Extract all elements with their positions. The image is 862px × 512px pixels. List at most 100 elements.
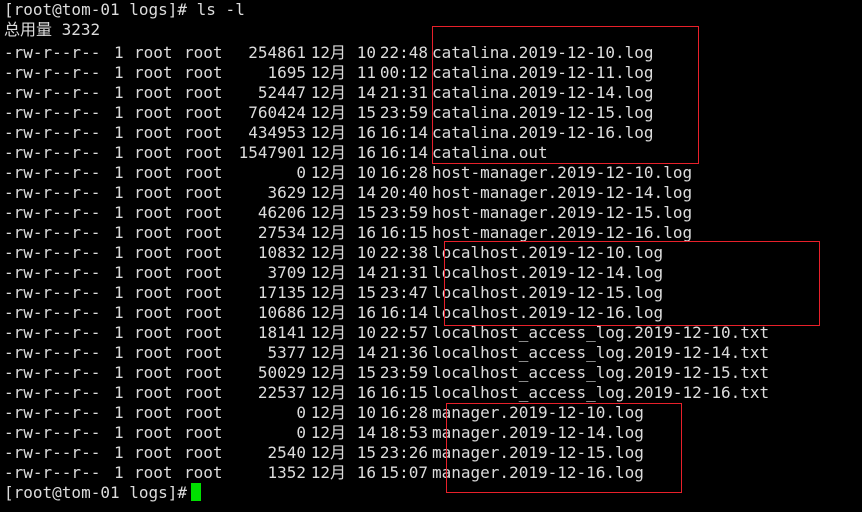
- group: root: [184, 163, 223, 182]
- permissions: -rw-r--r--: [4, 163, 101, 182]
- time: 23:59: [379, 363, 428, 382]
- link-count: 1: [114, 43, 124, 62]
- month: 12月: [310, 443, 346, 462]
- link-count: 1: [114, 303, 124, 322]
- time: 22:38: [379, 243, 428, 262]
- link-count: 1: [114, 83, 124, 102]
- link-count: 1: [114, 123, 124, 142]
- permissions: -rw-r--r--: [4, 443, 101, 462]
- time: 23:59: [379, 103, 428, 122]
- month: 12月: [310, 103, 346, 122]
- file-name: localhost.2019-12-10.log: [432, 243, 664, 262]
- owner: root: [134, 203, 173, 222]
- file-row: -rw-r--r-- 1 root root 434953 12月 16 16:14 catal…: [4, 123, 654, 143]
- file-name: host-manager.2019-12-14.log: [432, 183, 693, 202]
- permissions: -rw-r--r--: [4, 83, 101, 102]
- month: 12月: [310, 403, 346, 422]
- file-row: -rw-r--r-- 1 root root 5377 12月 14 21:36 localho…: [4, 343, 769, 363]
- time: 18:53: [379, 423, 428, 442]
- link-count: 1: [114, 443, 124, 462]
- group: root: [184, 323, 223, 342]
- file-row: -rw-r--r-- 1 root root 22537 12月 16 16:15 localh…: [4, 383, 769, 403]
- link-count: 1: [114, 323, 124, 342]
- group: root: [184, 283, 223, 302]
- active-prompt-line[interactable]: [root@tom-01 logs]#: [4, 483, 202, 503]
- month: 12月: [310, 63, 346, 82]
- group: root: [184, 303, 223, 322]
- day: 16: [356, 303, 376, 322]
- day: 10: [356, 243, 376, 262]
- month: 12月: [310, 303, 346, 322]
- month: 12月: [310, 83, 346, 102]
- owner: root: [134, 303, 173, 322]
- day: 16: [356, 463, 376, 482]
- group: root: [184, 123, 223, 142]
- link-count: 1: [114, 183, 124, 202]
- permissions: -rw-r--r--: [4, 203, 101, 222]
- file-name: localhost.2019-12-15.log: [432, 283, 664, 302]
- owner: root: [134, 143, 173, 162]
- file-row: -rw-r--r-- 1 root root 3629 12月 14 20:40 host-ma…: [4, 183, 692, 203]
- terminal-window[interactable]: [root@tom-01 logs]# ls -l 总用量 3232 -rw-r…: [4, 0, 862, 512]
- file-name: manager.2019-12-10.log: [432, 403, 644, 422]
- month: 12月: [310, 343, 346, 362]
- file-row: -rw-r--r-- 1 root root 10832 12月 10 22:38 localh…: [4, 243, 663, 263]
- permissions: -rw-r--r--: [4, 43, 101, 62]
- time: 16:28: [379, 403, 428, 422]
- group: root: [184, 103, 223, 122]
- time: 21:31: [379, 263, 428, 282]
- owner: root: [134, 443, 173, 462]
- file-name: localhost.2019-12-16.log: [432, 303, 664, 322]
- file-row: -rw-r--r-- 1 root root 2540 12月 15 23:26 manager…: [4, 443, 644, 463]
- cursor: [191, 483, 202, 501]
- day: 14: [356, 423, 376, 442]
- month: 12月: [310, 43, 346, 62]
- permissions: -rw-r--r--: [4, 223, 101, 242]
- group: root: [184, 143, 223, 162]
- month: 12月: [310, 183, 346, 202]
- owner: root: [134, 463, 173, 482]
- file-size: 10686: [257, 303, 306, 322]
- file-name: manager.2019-12-14.log: [432, 423, 644, 442]
- group: root: [184, 263, 223, 282]
- file-row: -rw-r--r-- 1 root root 27534 12月 16 16:15 host-m…: [4, 223, 692, 243]
- group: root: [184, 43, 223, 62]
- file-size: 254861: [248, 43, 306, 62]
- file-name: catalina.2019-12-16.log: [432, 123, 654, 142]
- file-size: 0: [296, 423, 306, 442]
- link-count: 1: [114, 143, 124, 162]
- permissions: -rw-r--r--: [4, 63, 101, 82]
- file-row: -rw-r--r-- 1 root root 1352 12月 16 15:07 manager…: [4, 463, 644, 483]
- file-size: 1695: [267, 63, 306, 82]
- link-count: 1: [114, 163, 124, 182]
- day: 15: [356, 443, 376, 462]
- permissions: -rw-r--r--: [4, 463, 101, 482]
- owner: root: [134, 283, 173, 302]
- owner: root: [134, 343, 173, 362]
- link-count: 1: [114, 283, 124, 302]
- month: 12月: [310, 463, 346, 482]
- day: 16: [356, 383, 376, 402]
- file-row: -rw-r--r-- 1 root root 0 12月 10 16:28 manager.20…: [4, 403, 644, 423]
- file-name: localhost_access_log.2019-12-16.txt: [432, 383, 770, 402]
- link-count: 1: [114, 463, 124, 482]
- file-size: 22537: [257, 383, 306, 402]
- permissions: -rw-r--r--: [4, 243, 101, 262]
- day: 16: [356, 123, 376, 142]
- group: root: [184, 243, 223, 262]
- month: 12月: [310, 223, 346, 242]
- permissions: -rw-r--r--: [4, 383, 101, 402]
- group: root: [184, 423, 223, 442]
- time: 22:57: [379, 323, 428, 342]
- link-count: 1: [114, 103, 124, 122]
- group: root: [184, 443, 223, 462]
- group: root: [184, 83, 223, 102]
- time: 15:07: [379, 463, 428, 482]
- file-size: 17135: [257, 283, 306, 302]
- owner: root: [134, 363, 173, 382]
- link-count: 1: [114, 363, 124, 382]
- file-size: 2540: [267, 443, 306, 462]
- month: 12月: [310, 363, 346, 382]
- time: 23:59: [379, 203, 428, 222]
- day: 14: [356, 83, 376, 102]
